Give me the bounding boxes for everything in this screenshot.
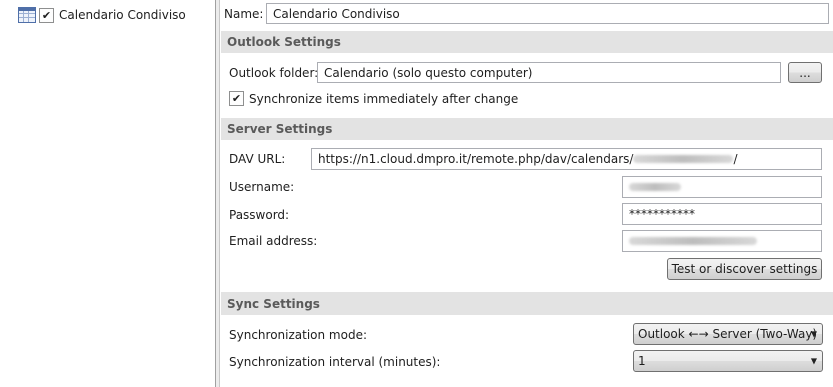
sync-interval-label: Synchronization interval (minutes): xyxy=(229,355,441,369)
name-label: Name: xyxy=(224,7,264,21)
test-discover-settings-button[interactable]: Test or discover settings xyxy=(667,258,822,280)
outlook-folder-label: Outlook folder: xyxy=(229,66,319,80)
sync-interval-value: 1 xyxy=(638,354,646,368)
email-input[interactable] xyxy=(622,230,822,252)
sync-mode-label: Synchronization mode: xyxy=(229,328,368,342)
outlook-settings-header: Outlook Settings xyxy=(221,31,833,53)
server-settings-title: Server Settings xyxy=(227,122,333,136)
outlook-settings-title: Outlook Settings xyxy=(227,35,341,49)
server-settings-header: Server Settings xyxy=(221,118,833,140)
sync-immediately-checkbox[interactable]: ✔ xyxy=(229,91,244,106)
sync-mode-value: Outlook ←→ Server (Two-Way) xyxy=(638,327,818,341)
email-label: Email address: xyxy=(229,234,318,248)
dropdown-arrow-icon: ▼ xyxy=(810,329,817,339)
password-input[interactable]: *********** xyxy=(622,203,822,225)
outlook-folder-field[interactable]: Calendario (solo questo computer) xyxy=(317,62,781,83)
name-input[interactable]: Calendario Condiviso xyxy=(266,3,829,24)
dav-url-label: DAV URL: xyxy=(229,152,286,166)
dav-url-suffix: / xyxy=(733,152,738,166)
dav-url-value: https://n1.cloud.dmpro.it/remote.php/dav… xyxy=(318,152,634,166)
sync-settings-title: Sync Settings xyxy=(227,296,320,311)
panel-splitter[interactable] xyxy=(216,0,220,387)
redacted-text xyxy=(629,237,757,245)
tree-item-calendar[interactable]: ✔ Calendario Condiviso xyxy=(18,7,186,23)
outlook-folder-value: Calendario (solo questo computer) xyxy=(324,65,533,80)
dav-url-input[interactable]: https://n1.cloud.dmpro.it/remote.php/dav… xyxy=(311,148,822,170)
dropdown-arrow-icon: ▼ xyxy=(810,356,817,366)
sync-mode-select[interactable]: Outlook ←→ Server (Two-Way) ▼ xyxy=(633,323,823,345)
browse-folder-button[interactable]: ... xyxy=(788,62,822,83)
name-value: Calendario Condiviso xyxy=(273,6,400,21)
sync-settings-header: Sync Settings xyxy=(221,292,833,315)
redacted-text xyxy=(633,155,734,163)
redacted-text xyxy=(629,183,681,191)
calendar-icon xyxy=(18,7,36,23)
tree-item-checkbox[interactable]: ✔ xyxy=(39,7,54,23)
sync-immediately-label: Synchronize items immediately after chan… xyxy=(249,91,519,106)
password-value: *********** xyxy=(629,207,695,221)
sync-immediately-row[interactable]: ✔ Synchronize items immediately after ch… xyxy=(229,91,518,106)
username-input[interactable] xyxy=(622,176,822,198)
password-label: Password: xyxy=(229,208,290,222)
tree-item-label: Calendario Condiviso xyxy=(59,8,186,22)
username-label: Username: xyxy=(229,180,295,194)
calendar-tree: ✔ Calendario Condiviso xyxy=(0,0,216,387)
sync-interval-select[interactable]: 1 ▼ xyxy=(633,350,823,372)
